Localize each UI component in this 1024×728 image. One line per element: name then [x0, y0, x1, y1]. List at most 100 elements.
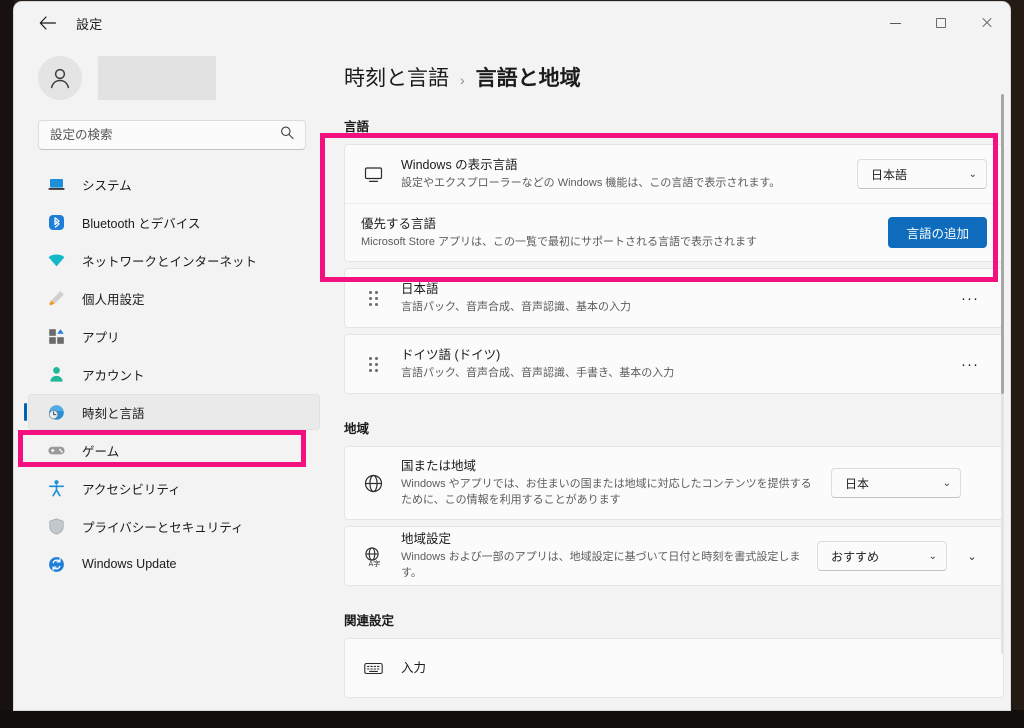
sidebar-item-label: プライバシーとセキュリティ — [82, 520, 244, 535]
sidebar: システム Bluetooth とデバイス — [14, 44, 330, 710]
breadcrumb: 時刻と言語 › 言語と地域 — [330, 44, 1010, 92]
gamepad-icon — [46, 440, 66, 460]
search-area — [14, 100, 330, 150]
regional-format-card: A字 地域設定 Windows および一部のアプリは、地域設定に基づいて日付と時… — [344, 526, 1004, 586]
add-language-button[interactable]: 言語の追加 — [888, 217, 987, 248]
close-button[interactable] — [964, 2, 1010, 44]
sidebar-item-personalization[interactable]: 個人用設定 — [28, 280, 320, 316]
country-region-subtitle: Windows やアプリでは、お住まいの国または地域に対応したコンテンツを提供す… — [401, 478, 812, 506]
country-region-row[interactable]: 国または地域 Windows やアプリでは、お住まいの国または地域に対応したコン… — [345, 447, 1003, 519]
language-list-item-german[interactable]: ドイツ語 (ドイツ) 言語パック、音声合成、音声認識、手書き、基本の入力 ··· — [344, 334, 1004, 394]
display-language-subtitle: 設定やエクスプローラーなどの Windows 機能は、この言語で表示されます。 — [401, 177, 781, 190]
sidebar-item-apps[interactable]: アプリ — [28, 318, 320, 354]
sidebar-item-time-language[interactable]: 時刻と言語 — [24, 394, 320, 430]
display-language-row[interactable]: Windows の表示言語 設定やエクスプローラーなどの Windows 機能は… — [345, 145, 1003, 203]
minimize-button[interactable] — [872, 2, 918, 44]
related-input-card[interactable]: 入力 — [344, 638, 1004, 698]
regional-format-row[interactable]: A字 地域設定 Windows および一部のアプリは、地域設定に基づいて日付と時… — [345, 527, 1003, 585]
chevron-down-icon: ⌄ — [968, 168, 977, 180]
display-language-dropdown[interactable]: 日本語 ⌄ — [857, 159, 987, 189]
desktop-edge-bottom — [0, 710, 1024, 728]
breadcrumb-parent[interactable]: 時刻と言語 — [344, 62, 449, 92]
scrollbar-track[interactable] — [1001, 94, 1004, 654]
app-title: 設定 — [76, 16, 103, 32]
sidebar-item-label: ゲーム — [82, 444, 120, 459]
language-row[interactable]: 日本語 言語パック、音声合成、音声認識、基本の入力 ··· — [345, 269, 1003, 327]
sidebar-item-accounts[interactable]: アカウント — [28, 356, 320, 392]
sidebar-item-label: アクセシビリティ — [82, 482, 181, 497]
display-language-value: 日本語 — [871, 167, 908, 182]
window-controls — [872, 2, 1010, 44]
language-list-item-japanese[interactable]: 日本語 言語パック、音声合成、音声認識、基本の入力 ··· — [344, 268, 1004, 328]
section-heading-related: 関連設定 — [344, 614, 395, 628]
maximize-button[interactable] — [918, 2, 964, 44]
regional-format-subtitle: Windows および一部のアプリは、地域設定に基づいて日付と時刻を書式設定しま… — [401, 551, 801, 579]
regional-format-expand-button[interactable]: ⌄ — [957, 541, 987, 571]
language-name: ドイツ語 (ドイツ) — [401, 348, 501, 363]
sidebar-item-label: 時刻と言語 — [82, 406, 145, 421]
shield-icon — [46, 516, 66, 536]
account-profile[interactable] — [14, 44, 330, 100]
preferred-languages-subtitle: Microsoft Store アプリは、この一覧で最初にサポートされる言語で表… — [361, 235, 758, 248]
sidebar-item-windows-update[interactable]: Windows Update — [28, 546, 320, 582]
display-language-title: Windows の表示言語 — [401, 158, 518, 173]
desktop-edge-right — [1010, 0, 1024, 728]
search-input[interactable] — [39, 121, 254, 149]
content-pane: 時刻と言語 › 言語と地域 言語 Windows の表示言語 設定やエクスプロー… — [330, 44, 1010, 710]
sidebar-item-accessibility[interactable]: アクセシビリティ — [28, 470, 320, 506]
clock-globe-icon — [46, 402, 66, 422]
language-text: 日本語 言語パック、音声合成、音声認識、基本の入力 — [401, 280, 953, 316]
sidebar-item-label: アプリ — [82, 330, 120, 345]
person-icon — [50, 68, 70, 89]
minimize-icon — [889, 22, 901, 24]
sidebar-item-label: Windows Update — [82, 557, 177, 571]
input-text: 入力 — [401, 659, 987, 677]
globe-icon — [361, 473, 385, 494]
regional-format-value: おすすめ — [831, 549, 880, 564]
input-row[interactable]: 入力 — [345, 639, 1003, 697]
drag-handle-icon[interactable] — [361, 290, 385, 306]
sidebar-item-system[interactable]: システム — [28, 166, 320, 202]
display-language-text: Windows の表示言語 設定やエクスプローラーなどの Windows 機能は… — [401, 156, 857, 192]
drag-handle-icon[interactable] — [361, 356, 385, 372]
desktop-edge-left — [0, 0, 14, 728]
back-arrow-icon — [39, 16, 56, 30]
search-box[interactable] — [38, 120, 306, 150]
preferred-languages-row: 優先する言語 Microsoft Store アプリは、この一覧で最初にサポート… — [345, 203, 1003, 261]
bluetooth-icon — [46, 212, 66, 232]
sidebar-nav: システム Bluetooth とデバイス ネットワークとインターネット 個人用設… — [14, 166, 330, 582]
country-region-text: 国または地域 Windows やアプリでは、お住まいの国または地域に対応したコン… — [401, 457, 831, 509]
account-name-redacted — [98, 56, 216, 100]
avatar — [38, 56, 82, 100]
language-features: 言語パック、音声合成、音声認識、基本の入力 — [401, 301, 632, 314]
back-button[interactable] — [30, 8, 64, 38]
country-region-dropdown[interactable]: 日本 ⌄ — [831, 468, 961, 498]
language-more-options-button[interactable]: ··· — [953, 284, 987, 312]
globe-text-icon: A字 — [361, 546, 385, 567]
country-region-card: 国または地域 Windows やアプリでは、お住まいの国または地域に対応したコン… — [344, 446, 1004, 520]
sidebar-item-label: ネットワークとインターネット — [82, 254, 258, 269]
chevron-down-icon: ⌄ — [942, 477, 951, 489]
language-row[interactable]: ドイツ語 (ドイツ) 言語パック、音声合成、音声認識、手書き、基本の入力 ··· — [345, 335, 1003, 393]
settings-window: 設定 設定の検索 システム Bluetooth とデバイス ネットワークとインタ… — [14, 2, 1010, 710]
keyboard-icon — [361, 658, 385, 679]
sidebar-item-label: Bluetooth とデバイス — [82, 216, 201, 231]
svg-text:A字: A字 — [368, 559, 380, 567]
accessibility-icon — [46, 478, 66, 498]
country-region-title: 国または地域 — [401, 459, 477, 474]
language-more-options-button[interactable]: ··· — [953, 350, 987, 378]
language-card: Windows の表示言語 設定やエクスプローラーなどの Windows 機能は… — [344, 144, 1004, 262]
language-text: ドイツ語 (ドイツ) 言語パック、音声合成、音声認識、手書き、基本の入力 — [401, 346, 953, 382]
input-title: 入力 — [401, 661, 427, 675]
close-icon — [981, 17, 993, 29]
scrollbar-thumb[interactable] — [1001, 94, 1004, 394]
sidebar-item-label: アカウント — [82, 368, 145, 383]
regional-format-dropdown[interactable]: おすすめ ⌄ — [817, 541, 947, 571]
sidebar-item-network-internet[interactable]: ネットワークとインターネット — [28, 242, 320, 278]
sidebar-item-bluetooth-devices[interactable]: Bluetooth とデバイス — [28, 204, 320, 240]
sidebar-item-gaming[interactable]: ゲーム — [28, 432, 320, 468]
section-heading-region: 地域 — [344, 422, 370, 436]
sidebar-item-privacy-security[interactable]: プライバシーとセキュリティ — [28, 508, 320, 544]
regional-format-text: 地域設定 Windows および一部のアプリは、地域設定に基づいて日付と時刻を書… — [401, 530, 817, 582]
account-icon — [46, 364, 66, 384]
